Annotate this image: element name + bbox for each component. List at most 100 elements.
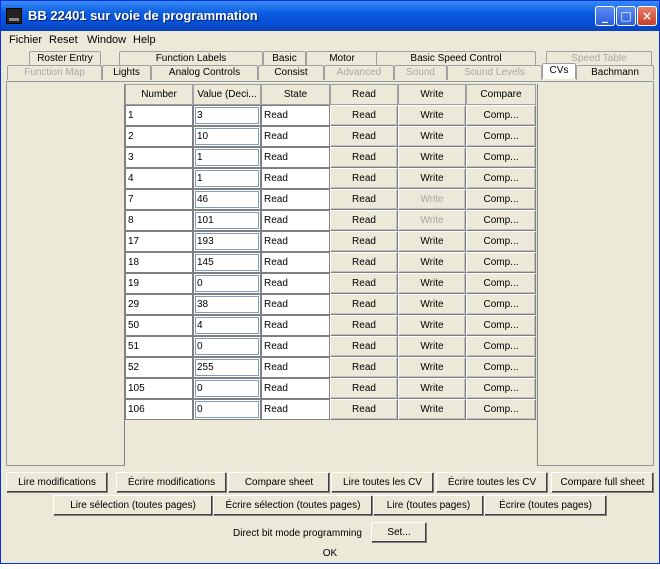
write-button[interactable]: Write bbox=[398, 252, 466, 273]
compare-button[interactable]: Comp... bbox=[466, 147, 536, 168]
cv-value-input[interactable]: 3 bbox=[195, 107, 259, 124]
cv-value-input[interactable]: 193 bbox=[195, 233, 259, 250]
compare-button[interactable]: Comp... bbox=[466, 336, 536, 357]
cv-value-input[interactable]: 145 bbox=[195, 254, 259, 271]
tab-row2-1[interactable]: Lights bbox=[102, 65, 151, 80]
column-header[interactable]: State bbox=[261, 84, 330, 105]
cv-value-input[interactable]: 0 bbox=[195, 401, 259, 418]
write-button[interactable]: Write bbox=[398, 378, 466, 399]
read-button[interactable]: Read bbox=[330, 252, 398, 273]
tab-row2-0[interactable]: Function Map bbox=[7, 65, 102, 80]
read-button[interactable]: Read bbox=[330, 168, 398, 189]
column-header[interactable]: Compare bbox=[466, 84, 536, 105]
write-button[interactable]: Write bbox=[398, 294, 466, 315]
cv-value-input[interactable]: 0 bbox=[195, 338, 259, 355]
column-header[interactable]: Write bbox=[398, 84, 466, 105]
read-button[interactable]: Read bbox=[330, 399, 398, 420]
cv-value-input[interactable]: 255 bbox=[195, 359, 259, 376]
tab-row2-5[interactable]: Sound bbox=[394, 65, 447, 80]
compare-button[interactable]: Comp... bbox=[466, 252, 536, 273]
action-button-2[interactable]: Compare sheet bbox=[228, 472, 330, 493]
tab-row2-2[interactable]: Analog Controls bbox=[151, 65, 258, 80]
read-button[interactable]: Read bbox=[330, 336, 398, 357]
cv-value-input[interactable]: 0 bbox=[195, 275, 259, 292]
read-button[interactable]: Read bbox=[330, 105, 398, 126]
write-button[interactable]: Write bbox=[398, 315, 466, 336]
action-button-1[interactable]: Écrire modifications bbox=[116, 472, 227, 493]
compare-button[interactable]: Comp... bbox=[466, 231, 536, 252]
write-button[interactable]: Write bbox=[398, 147, 466, 168]
read-button[interactable]: Read bbox=[330, 378, 398, 399]
read-button[interactable]: Read bbox=[330, 147, 398, 168]
read-button[interactable]: Read bbox=[330, 273, 398, 294]
compare-button[interactable]: Comp... bbox=[466, 315, 536, 336]
read-button[interactable]: Read bbox=[330, 357, 398, 378]
action-button-3[interactable]: Lire toutes les CV bbox=[331, 472, 434, 493]
set-mode-button[interactable]: Set... bbox=[371, 522, 427, 543]
column-header[interactable]: Read bbox=[330, 84, 398, 105]
compare-button[interactable]: Comp... bbox=[466, 189, 536, 210]
tab-row2-6[interactable]: Sound Levels bbox=[447, 65, 542, 80]
read-button[interactable]: Read bbox=[330, 315, 398, 336]
column-header[interactable]: Number bbox=[125, 84, 193, 105]
read-button[interactable]: Read bbox=[330, 189, 398, 210]
button-row-primary: Lire modifications Écrire modifications Co… bbox=[6, 472, 654, 493]
tab-row2-3[interactable]: Consist bbox=[258, 65, 324, 80]
compare-button[interactable]: Comp... bbox=[466, 378, 536, 399]
column-header[interactable]: Value (Deci... bbox=[193, 84, 261, 105]
tab-row2-4[interactable]: Advanced bbox=[324, 65, 394, 80]
cv-value-input[interactable]: 101 bbox=[195, 212, 259, 229]
compare-button[interactable]: Comp... bbox=[466, 105, 536, 126]
page-action-button-0[interactable]: Lire sélection (toutes pages) bbox=[53, 495, 213, 516]
cv-value-cell: 1 bbox=[193, 147, 261, 168]
compare-button[interactable]: Comp... bbox=[466, 357, 536, 378]
menu-fichier[interactable]: Fichier bbox=[9, 34, 42, 46]
compare-button[interactable]: Comp... bbox=[466, 273, 536, 294]
write-button[interactable]: Write bbox=[398, 105, 466, 126]
action-button-0[interactable]: Lire modifications bbox=[6, 472, 108, 493]
menu-help[interactable]: Help bbox=[133, 34, 156, 46]
compare-button[interactable]: Comp... bbox=[466, 294, 536, 315]
read-button[interactable]: Read bbox=[330, 231, 398, 252]
menu-reset[interactable]: Reset bbox=[49, 34, 78, 46]
action-button-4[interactable]: Écrire toutes les CV bbox=[436, 472, 548, 493]
menu-window[interactable]: Window bbox=[87, 34, 126, 46]
tab-row1-2[interactable]: Basic bbox=[263, 51, 306, 66]
cv-value-input[interactable]: 38 bbox=[195, 296, 259, 313]
action-button-5[interactable]: Compare full sheet bbox=[551, 472, 654, 493]
cv-table: Number Value (Deci... State Read Write Compar… bbox=[124, 84, 538, 466]
compare-button[interactable]: Comp... bbox=[466, 126, 536, 147]
minimize-button[interactable]: _ bbox=[595, 6, 615, 26]
tab-row1-1[interactable]: Function Labels bbox=[119, 51, 263, 66]
read-button[interactable]: Read bbox=[330, 210, 398, 231]
page-action-button-2[interactable]: Lire (toutes pages) bbox=[373, 495, 484, 516]
write-button[interactable]: Write bbox=[398, 231, 466, 252]
cv-value-input[interactable]: 10 bbox=[195, 128, 259, 145]
compare-button[interactable]: Comp... bbox=[466, 399, 536, 420]
read-button[interactable]: Read bbox=[330, 126, 398, 147]
read-button[interactable]: Read bbox=[330, 294, 398, 315]
write-button[interactable]: Write bbox=[398, 399, 466, 420]
tab-row1-3[interactable]: Motor bbox=[306, 51, 378, 66]
write-button[interactable]: Write bbox=[398, 273, 466, 294]
compare-button[interactable]: Comp... bbox=[466, 168, 536, 189]
tab-row2-7[interactable]: CVs bbox=[542, 63, 576, 79]
cv-value-input[interactable]: 1 bbox=[195, 170, 259, 187]
tab-row1-0[interactable]: Roster Entry bbox=[29, 51, 101, 66]
compare-button[interactable]: Comp... bbox=[466, 210, 536, 231]
page-action-button-1[interactable]: Écrire sélection (toutes pages) bbox=[213, 495, 373, 516]
cv-value-input[interactable]: 1 bbox=[195, 149, 259, 166]
cv-value-input[interactable]: 0 bbox=[195, 380, 259, 397]
tab-row2-8[interactable]: Bachmann bbox=[576, 65, 654, 80]
maximize-button[interactable]: □ bbox=[616, 6, 636, 26]
cv-value-input[interactable]: 4 bbox=[195, 317, 259, 334]
page-action-button-3[interactable]: Écrire (toutes pages) bbox=[484, 495, 607, 516]
write-button[interactable]: Write bbox=[398, 168, 466, 189]
close-button[interactable]: × bbox=[637, 6, 657, 26]
cv-value-input[interactable]: 46 bbox=[195, 191, 259, 208]
write-button[interactable]: Write bbox=[398, 357, 466, 378]
tab-row1-4[interactable]: Basic Speed Control bbox=[376, 51, 536, 66]
write-button[interactable]: Write bbox=[398, 126, 466, 147]
write-button[interactable]: Write bbox=[398, 336, 466, 357]
cv-value-cell: 145 bbox=[193, 252, 261, 273]
